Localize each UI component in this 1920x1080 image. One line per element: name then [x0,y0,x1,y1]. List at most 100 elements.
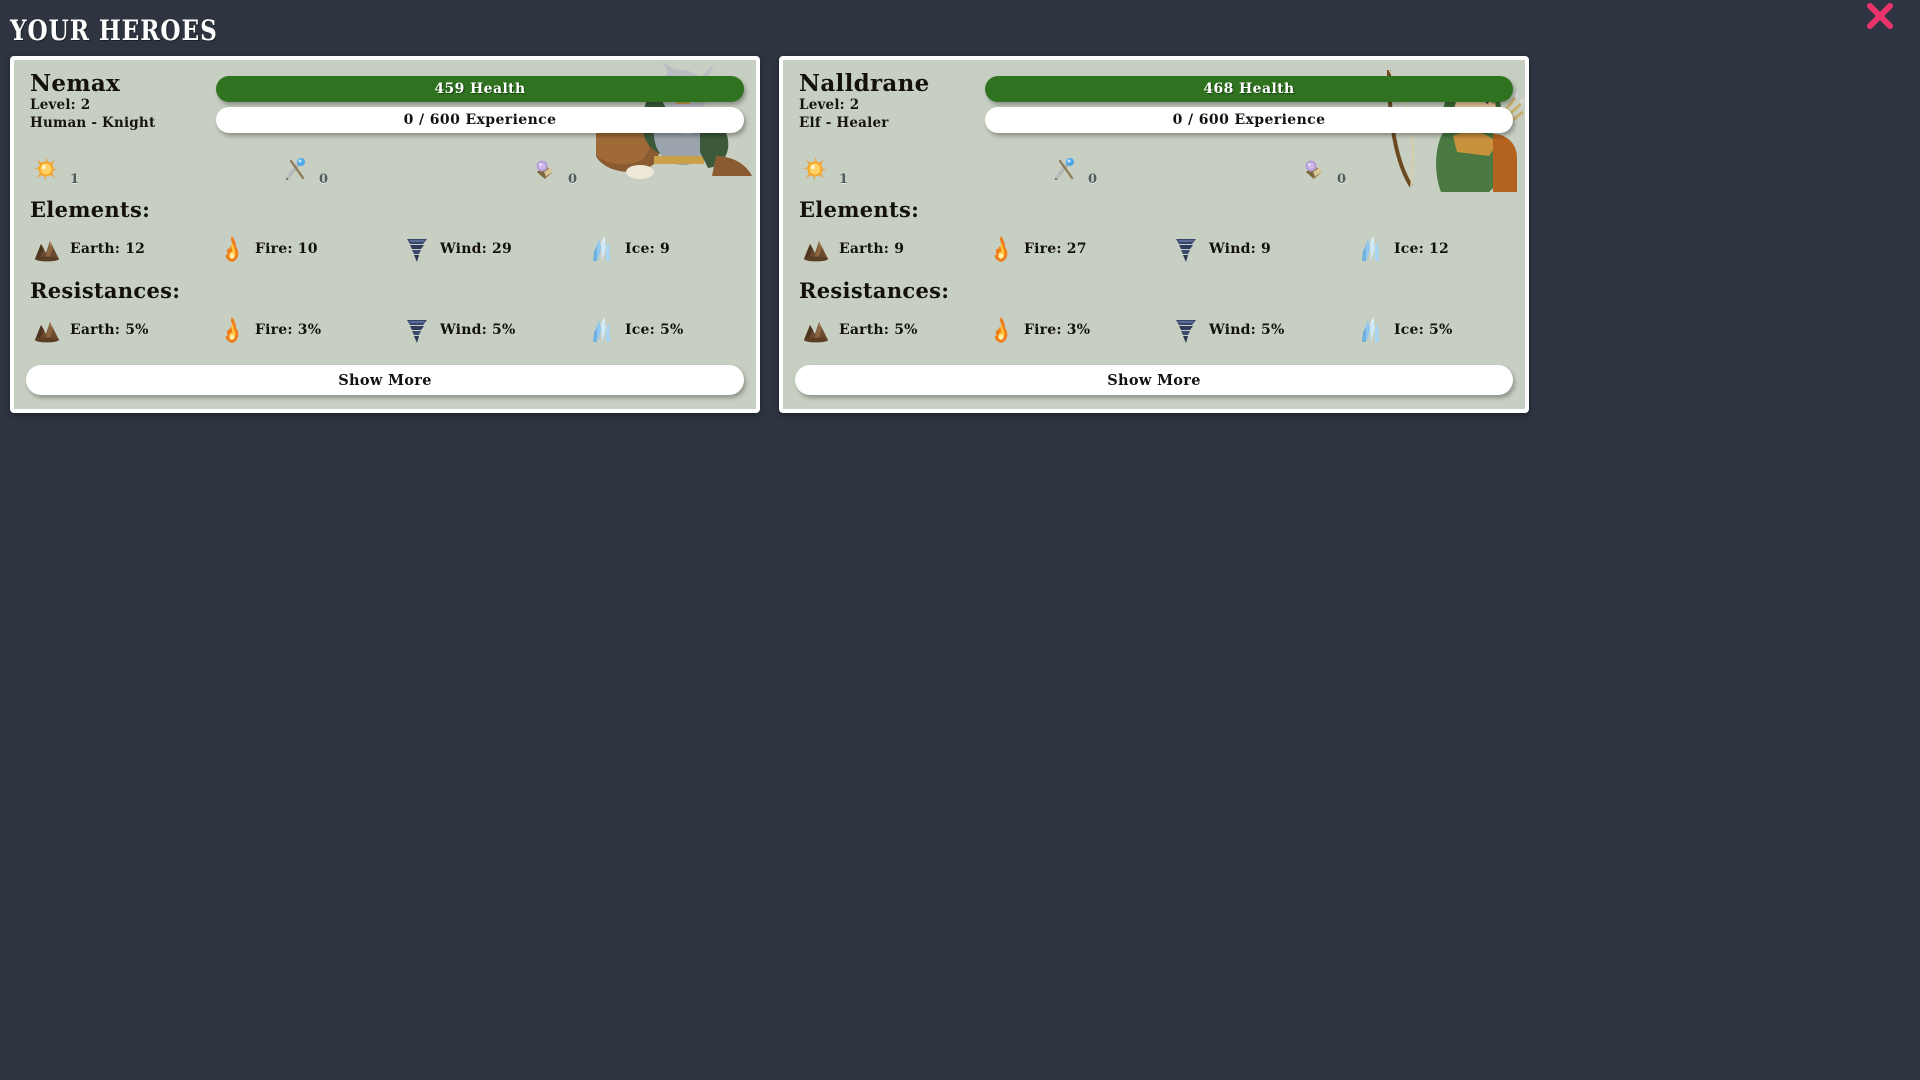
wind-icon [402,315,432,345]
element-stat: Ice: 9 [587,234,756,264]
ice-icon [587,315,617,345]
crossed-weapons-icon [281,155,309,183]
resource-value: 0 [319,172,329,187]
elements-row: Earth: 12 Fire: 10 Wind: 29 Ice: 9 [26,234,744,264]
screen-header: Your Heroes [0,0,1920,56]
element-stat: Earth: 12 [32,234,217,264]
hero-summary: Nalldrane Level: 2 Elf - Healer 468 Heal… [795,70,1513,133]
crossed-weapons-icon [1050,155,1078,183]
element-stat-label: Fire: 10 [255,241,318,257]
resource-item[interactable]: 1 [801,149,1050,187]
ice-icon [1356,315,1386,345]
hero-bars: 459 Health 0 / 600 Experience [216,72,744,133]
resistances-heading: Resistances: [30,278,181,303]
resistance-stat-label: Wind: 5% [1209,322,1285,338]
show-more-button[interactable]: Show More [26,365,744,395]
fire-icon [986,234,1016,264]
hero-identity: Nemax Level: 2 Human - Knight [26,70,216,132]
resource-value: 0 [1337,172,1347,187]
resource-item[interactable]: 0 [281,149,530,187]
resistance-stat-label: Earth: 5% [70,322,149,338]
resistance-stat-label: Fire: 3% [255,322,322,338]
resistance-stat-label: Fire: 3% [1024,322,1091,338]
element-stat: Fire: 10 [217,234,402,264]
element-stat: Earth: 9 [801,234,986,264]
show-more-button[interactable]: Show More [795,365,1513,395]
resistance-stat-label: Wind: 5% [440,322,516,338]
resistance-stat: Wind: 5% [1171,315,1356,345]
resistances-row: Earth: 5% Fire: 3% Wind: 5% Ice: 5% [26,315,744,345]
resistance-stat-label: Ice: 5% [625,322,684,338]
resource-item[interactable]: 1 [32,149,281,187]
resistance-stat: Wind: 5% [402,315,587,345]
hero-name: Nemax [30,70,121,97]
ice-icon [1356,234,1386,264]
hero-race-class: Elf - Healer [799,114,889,131]
element-stat: Wind: 29 [402,234,587,264]
element-stat-label: Earth: 9 [839,241,905,257]
element-stat-label: Wind: 9 [1209,241,1271,257]
hero-race-class: Human - Knight [30,114,156,131]
resource-item[interactable]: 0 [1299,149,1525,187]
experience-bar: 0 / 600 Experience [985,107,1513,133]
resource-row: 1 0 0 [26,149,744,187]
health-bar: 468 Health [985,76,1513,102]
gold-orb-icon [801,155,829,183]
resource-value: 1 [839,172,849,187]
experience-bar: 0 / 600 Experience [216,107,744,133]
fire-icon [217,234,247,264]
close-icon[interactable] [1860,0,1900,36]
resource-value: 1 [70,172,80,187]
element-stat: Ice: 12 [1356,234,1525,264]
hero-bars: 468 Health 0 / 600 Experience [985,72,1513,133]
page-title: Your Heroes [10,14,218,47]
resistance-stat-label: Earth: 5% [839,322,918,338]
resistances-heading: Resistances: [799,278,950,303]
hero-identity: Nalldrane Level: 2 Elf - Healer [795,70,985,132]
wind-icon [402,234,432,264]
element-stat: Wind: 9 [1171,234,1356,264]
purple-gem-book-icon [530,155,558,183]
resource-item[interactable]: 0 [530,149,756,187]
hero-card: Nemax Level: 2 Human - Knight 459 Health… [10,56,760,413]
resistance-stat: Fire: 3% [217,315,402,345]
resistance-stat: Ice: 5% [1356,315,1525,345]
earth-icon [801,315,831,345]
purple-gem-book-icon [1299,155,1327,183]
element-stat: Fire: 27 [986,234,1171,264]
element-stat-label: Ice: 9 [625,241,670,257]
resistance-stat: Ice: 5% [587,315,756,345]
health-bar: 459 Health [216,76,744,102]
hero-card-grid: Nemax Level: 2 Human - Knight 459 Health… [0,56,1920,413]
resource-value: 0 [1088,172,1098,187]
element-stat-label: Ice: 12 [1394,241,1449,257]
resource-value: 0 [568,172,578,187]
elements-row: Earth: 9 Fire: 27 Wind: 9 Ice: 12 [795,234,1513,264]
earth-icon [801,234,831,264]
elements-heading: Elements: [799,197,920,222]
resistance-stat: Earth: 5% [32,315,217,345]
elements-heading: Elements: [30,197,151,222]
resource-row: 1 0 0 [795,149,1513,187]
earth-icon [32,315,62,345]
wind-icon [1171,315,1201,345]
fire-icon [217,315,247,345]
element-stat-label: Earth: 12 [70,241,146,257]
element-stat-label: Wind: 29 [440,241,512,257]
hero-name: Nalldrane [799,70,930,97]
wind-icon [1171,234,1201,264]
hero-level: Level: 2 [30,96,91,113]
resistances-row: Earth: 5% Fire: 3% Wind: 5% Ice: 5% [795,315,1513,345]
resistance-stat-label: Ice: 5% [1394,322,1453,338]
gold-orb-icon [32,155,60,183]
ice-icon [587,234,617,264]
resistance-stat: Earth: 5% [801,315,986,345]
hero-card: Nalldrane Level: 2 Elf - Healer 468 Heal… [779,56,1529,413]
earth-icon [32,234,62,264]
hero-summary: Nemax Level: 2 Human - Knight 459 Health… [26,70,744,133]
fire-icon [986,315,1016,345]
hero-level: Level: 2 [799,96,860,113]
resistance-stat: Fire: 3% [986,315,1171,345]
resource-item[interactable]: 0 [1050,149,1299,187]
element-stat-label: Fire: 27 [1024,241,1087,257]
